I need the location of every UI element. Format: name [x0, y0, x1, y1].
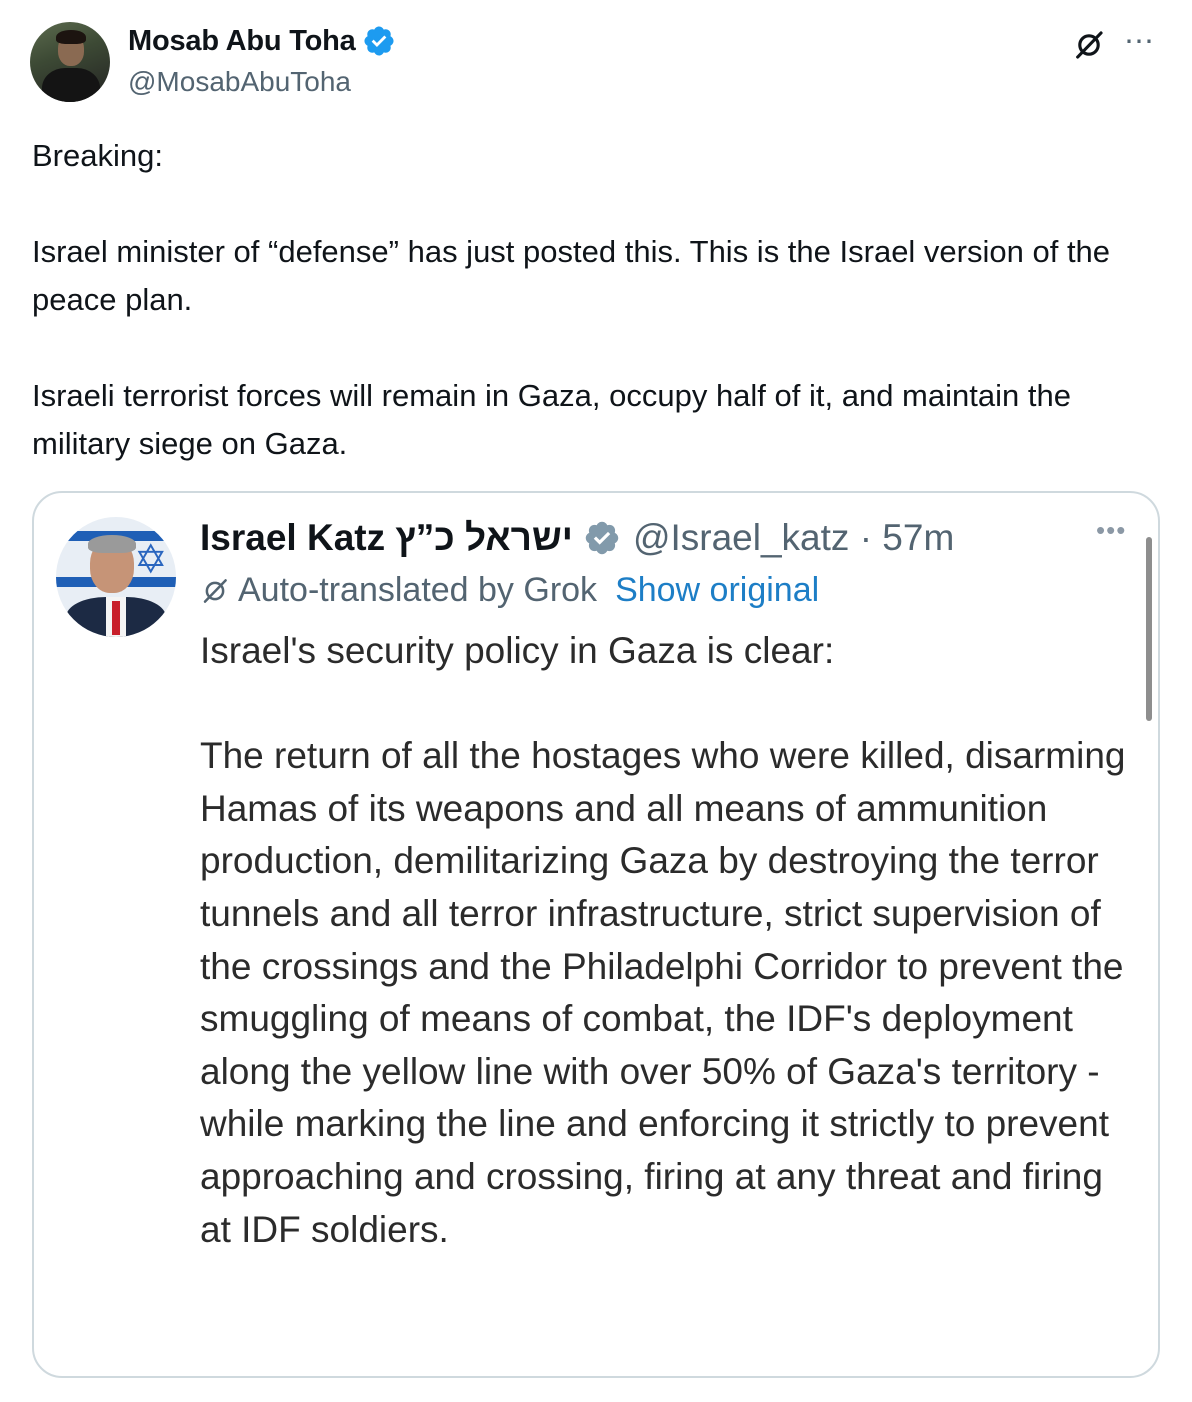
scrollbar: [1146, 537, 1152, 721]
quoted-post-text: Israel's security policy in Gaza is clea…: [200, 625, 1130, 1256]
post-text: Breaking: Israel minister of “defense” h…: [32, 132, 1167, 468]
avatar-body-shape: [42, 68, 100, 102]
verified-badge-icon: [585, 521, 619, 555]
author-name[interactable]: Mosab Abu Toha: [128, 25, 356, 58]
quoted-author-name: Israel Katz ישראל כ”ץ: [200, 517, 573, 558]
author-avatar[interactable]: [30, 22, 110, 102]
more-icon[interactable]: ⋯: [1124, 24, 1155, 59]
more-icon: •••: [1096, 515, 1127, 545]
verified-badge-icon: [364, 26, 394, 56]
quoted-post-card[interactable]: ✡ Israel Katz ישראל כ”ץ @Israel_katz · 5…: [32, 491, 1160, 1378]
grok-icon: [203, 578, 227, 603]
quoted-paragraph: The return of all the hostages who were …: [200, 735, 1126, 1250]
grok-icon[interactable]: [1072, 28, 1106, 62]
post-paragraph: Israel minister of “defense” has just po…: [32, 234, 1111, 317]
quoted-handle-time: @Israel_katz · 57m: [632, 517, 955, 558]
avatar-hair-shape: [56, 30, 86, 44]
quoted-paragraph: Israel's security policy in Gaza is clea…: [200, 630, 835, 671]
avatar-hair-shape: [88, 535, 136, 553]
avatar-tie-shape: [112, 601, 120, 635]
quoted-header: Israel Katz ישראל כ”ץ @Israel_katz · 57m: [200, 513, 954, 563]
author-handle[interactable]: @MosabAbuToha: [128, 66, 351, 98]
show-original-link: Show original: [615, 571, 820, 609]
translation-row: Auto-translated by Grok Show original: [200, 571, 819, 610]
post-paragraph: Breaking:: [32, 138, 163, 173]
quoted-author-avatar: ✡: [56, 517, 176, 637]
author-name-row[interactable]: Mosab Abu Toha: [128, 24, 396, 58]
translation-label: Auto-translated by Grok: [238, 571, 598, 609]
post-paragraph: Israeli terrorist forces will remain in …: [32, 378, 1071, 461]
avatar-star-shape: ✡: [134, 538, 168, 582]
